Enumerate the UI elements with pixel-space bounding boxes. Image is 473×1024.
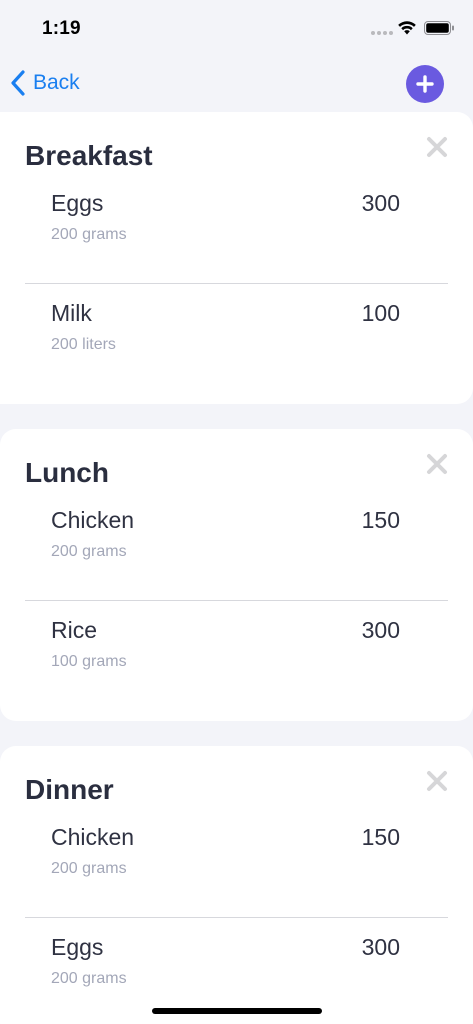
food-quantity: 200 grams xyxy=(51,860,127,877)
food-calories: 300 xyxy=(361,190,400,216)
food-calories: 150 xyxy=(361,824,400,850)
screen: 1:19 Back Breakfast Eggs 200 grams 300 M… xyxy=(0,0,473,1024)
meal-card-dinner: Dinner Chicken 200 grams 150 Eggs 200 gr… xyxy=(0,746,473,1024)
food-calories: 150 xyxy=(361,507,400,533)
food-name: Milk xyxy=(51,300,92,326)
food-calories: 300 xyxy=(361,934,400,960)
chevron-left-icon xyxy=(11,70,25,96)
food-quantity: 200 grams xyxy=(51,970,127,987)
meal-card-lunch: Lunch Chicken 200 grams 150 Rice 100 gra… xyxy=(0,429,473,721)
cellular-signal-icon xyxy=(371,31,393,35)
meal-title: Lunch xyxy=(25,457,109,488)
plus-icon xyxy=(416,75,434,93)
status-time: 1:19 xyxy=(42,18,81,39)
food-name: Chicken xyxy=(51,507,135,533)
close-icon[interactable] xyxy=(425,769,449,793)
food-calories: 300 xyxy=(361,617,400,643)
back-button[interactable]: Back xyxy=(10,67,80,99)
meal-list: Breakfast Eggs 200 grams 300 Milk 200 li… xyxy=(0,112,473,1024)
food-quantity: 200 grams xyxy=(51,226,127,243)
meal-title: Dinner xyxy=(25,774,114,805)
meal-card-breakfast: Breakfast Eggs 200 grams 300 Milk 200 li… xyxy=(0,112,473,404)
back-label: Back xyxy=(33,71,80,94)
home-indicator xyxy=(152,1008,322,1014)
food-quantity: 100 grams xyxy=(51,653,127,670)
add-meal-button[interactable] xyxy=(406,65,444,103)
battery-icon xyxy=(424,21,454,35)
food-name: Chicken xyxy=(51,824,135,850)
food-item[interactable]: Chicken 200 grams 150 xyxy=(25,491,448,601)
close-icon[interactable] xyxy=(425,452,449,476)
food-name: Eggs xyxy=(51,190,104,216)
wifi-icon xyxy=(398,21,416,35)
food-item[interactable]: Rice 100 grams 300 xyxy=(25,601,448,711)
food-quantity: 200 liters xyxy=(51,336,116,353)
food-calories: 100 xyxy=(361,300,400,326)
close-icon[interactable] xyxy=(425,135,449,159)
food-item[interactable]: Milk 200 liters 100 xyxy=(25,284,448,394)
food-name: Rice xyxy=(51,617,98,643)
food-item[interactable]: Chicken 200 grams 150 xyxy=(25,808,448,918)
food-quantity: 200 grams xyxy=(51,543,127,560)
food-name: Eggs xyxy=(51,934,104,960)
navigation-bar: Back xyxy=(0,56,473,112)
status-bar: 1:19 xyxy=(0,0,473,56)
food-item[interactable]: Eggs 200 grams 300 xyxy=(25,174,448,284)
meal-title: Breakfast xyxy=(25,140,153,171)
